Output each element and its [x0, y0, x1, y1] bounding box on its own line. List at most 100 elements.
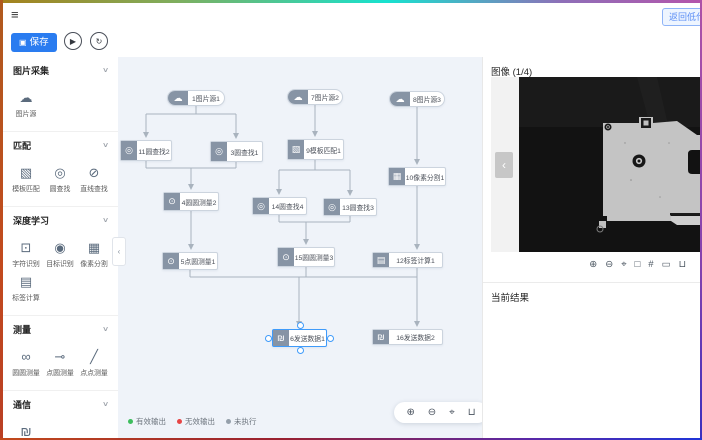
- sidebar-item-target[interactable]: ◉目标识别: [43, 237, 77, 269]
- sidebar-item-send-data[interactable]: ₪: [9, 421, 43, 438]
- canvas-zoom-toolbar: ⊕ ⊖ ⌖ ⊔: [394, 402, 482, 423]
- flow-canvas[interactable]: 有效输出 无效输出未执行 ⊕ ⊖ ⌖ ⊔ ☁1图片源1 ☁7图片源2 ☁8图片源3 ◎11圆查…: [118, 57, 482, 438]
- grid-icon[interactable]: #: [648, 260, 653, 270]
- flow-node-label: 5点圆测量1: [179, 253, 217, 269]
- flow-node[interactable]: ₪16发送数据2: [372, 329, 443, 345]
- flow-node[interactable]: ⊙15圆圆测量3: [277, 247, 335, 267]
- send-data-icon: ₪: [273, 330, 289, 346]
- sidebar-item-label: 目标识别: [44, 258, 75, 268]
- measure-cc-icon: ∞: [9, 346, 43, 367]
- flow-node[interactable]: ☁1图片源1: [167, 90, 225, 106]
- fit-icon[interactable]: ▭: [662, 260, 671, 270]
- flow-node-label: 10像素分割1: [405, 168, 445, 185]
- flow-node[interactable]: ▤12标签计算1: [372, 252, 443, 268]
- flow-node[interactable]: ⊙5点圆测量1: [162, 252, 218, 270]
- sidebar-item-image-source[interactable]: ☁图片源: [9, 87, 43, 119]
- back-to-lowcode-button[interactable]: 返回低代: [662, 8, 702, 26]
- run-once-button[interactable]: ↻: [90, 32, 108, 50]
- handle-right[interactable]: [327, 335, 334, 342]
- zoom-in-icon[interactable]: ⊕: [406, 408, 414, 418]
- run-button[interactable]: ▶: [64, 32, 82, 50]
- measure-pc-icon: ⊸: [43, 346, 77, 367]
- flow-node-label: 14圆查找4: [269, 198, 306, 214]
- tool-sidebar: 图片采集∨☁图片源匹配∨▧模板匹配◎圆查找⊘直线查找深度学习∨⊡字符识别◉目标识…: [3, 57, 119, 438]
- sidebar-item-label: 字符识别: [10, 258, 41, 268]
- chevron-down-icon: ∨: [102, 141, 109, 149]
- fullscreen-icon[interactable]: □: [635, 260, 641, 270]
- sidebar-section-header[interactable]: 匹配 ∨: [3, 132, 118, 158]
- hamburger-menu-icon[interactable]: ≡: [11, 7, 19, 22]
- handle-top[interactable]: [297, 322, 304, 329]
- sidebar-item-label-calc[interactable]: ▤标签计算: [9, 271, 43, 303]
- send-data-icon: ₪: [373, 330, 389, 344]
- flow-node-label: 13圆查找3: [340, 199, 376, 215]
- flow-node[interactable]: ◎13圆查找3: [323, 198, 377, 216]
- sidebar-collapse-handle[interactable]: ‹: [112, 237, 126, 266]
- template-match-icon: ▧: [288, 140, 304, 159]
- zoom-out-icon[interactable]: ⊖: [605, 260, 613, 270]
- current-result-title: 当前结果: [491, 290, 529, 304]
- sidebar-section: 图片采集∨ ☁图片源: [3, 57, 118, 132]
- locate-icon[interactable]: ⌖: [449, 408, 455, 418]
- flow-node-label: 12标签计算1: [389, 253, 442, 267]
- flow-node[interactable]: ▧9模板匹配1: [287, 139, 344, 160]
- legend-item: 未执行: [226, 416, 257, 427]
- send-data-icon: ₪: [9, 421, 43, 438]
- sidebar-section-items: ⊡字符识别◉目标识别▦像素分割 ▤标签计算: [3, 233, 118, 315]
- handle-bottom[interactable]: [297, 347, 304, 354]
- sidebar-section-header[interactable]: 深度学习∨: [3, 207, 118, 233]
- flow-node[interactable]: ☁8图片源3: [389, 91, 445, 107]
- chevron-down-icon: ∨: [102, 400, 109, 408]
- sidebar-item-ocr[interactable]: ⊡字符识别: [9, 237, 43, 269]
- zoom-out-icon[interactable]: ⊖: [428, 408, 436, 418]
- sidebar-item-line-find[interactable]: ⊘直线查找: [77, 162, 111, 194]
- flow-node[interactable]: ₪6发送数据1: [272, 329, 327, 347]
- camera-image[interactable]: [519, 77, 701, 252]
- chevron-down-icon: ∨: [102, 216, 109, 224]
- legend-label: 有效输出: [136, 416, 166, 427]
- chevron-down-icon: ∨: [102, 325, 109, 333]
- sidebar-item-measure-pc[interactable]: ⊸点圆测量: [43, 346, 77, 378]
- circle-find-icon: ◎: [121, 141, 137, 160]
- sidebar-section-header[interactable]: 测量 ∨: [3, 316, 118, 342]
- trash-icon[interactable]: ⊔: [679, 260, 686, 270]
- save-button[interactable]: ▣保存: [11, 33, 57, 52]
- measure-icon: ⊙: [164, 193, 180, 210]
- image-toolbar: ⊕ ⊖ ⌖ □ # ▭ ⊔: [589, 260, 686, 270]
- flow-node[interactable]: ☁7图片源2: [287, 89, 343, 105]
- legend-label: 无效输出: [185, 416, 215, 427]
- frame-top: [0, 0, 702, 3]
- pixel-segment-icon: ▦: [77, 237, 111, 258]
- flow-node[interactable]: ◎11圆查找2: [120, 140, 172, 161]
- label-calc-icon: ▤: [373, 253, 389, 267]
- sidebar-item-template-match[interactable]: ▧模板匹配: [9, 162, 43, 194]
- measure-icon: ⊙: [163, 253, 179, 269]
- sidebar-item-pixel-segment[interactable]: ▦像素分割: [77, 237, 111, 269]
- sidebar-item-label: 标签计算: [10, 292, 41, 302]
- sidebar-item-measure-cc[interactable]: ∞圆圆测量: [9, 346, 43, 378]
- sidebar-item-circle-find[interactable]: ◎圆查找: [43, 162, 77, 194]
- sidebar-item-label: 点点测量: [78, 367, 109, 377]
- trash-icon[interactable]: ⊔: [468, 408, 476, 418]
- handle-left[interactable]: [265, 335, 272, 342]
- sidebar-section-items: ▧模板匹配◎圆查找⊘直线查找: [3, 158, 118, 206]
- sidebar-section-title: 匹配: [13, 139, 31, 152]
- flow-node[interactable]: ⊙4圆圆测量2: [163, 192, 219, 211]
- sidebar-section-title: 测量: [13, 323, 31, 336]
- sidebar-section-items: ☁图片源: [3, 83, 118, 131]
- save-icon: ▣: [19, 38, 27, 47]
- sidebar-section-title: 图片采集: [13, 64, 49, 77]
- sidebar-section-items: ₪: [3, 417, 118, 438]
- zoom-in-icon[interactable]: ⊕: [589, 260, 597, 270]
- sidebar-section-header[interactable]: 通信∨: [3, 391, 118, 417]
- previous-image-button[interactable]: ‹: [495, 152, 513, 178]
- image-nav-strip: ‹: [491, 77, 519, 252]
- locate-icon[interactable]: ⌖: [621, 260, 626, 270]
- flow-node-label: 15圆圆测量3: [294, 248, 334, 266]
- sidebar-item-measure-pp[interactable]: ╱点点测量: [77, 346, 111, 378]
- flow-node[interactable]: ▦10像素分割1: [388, 167, 446, 186]
- flow-node[interactable]: ◎3圆查找1: [210, 141, 263, 162]
- flow-node[interactable]: ◎14圆查找4: [252, 197, 307, 215]
- sidebar-section-header[interactable]: 图片采集∨: [3, 57, 118, 83]
- circle-find-icon: ◎: [211, 142, 227, 161]
